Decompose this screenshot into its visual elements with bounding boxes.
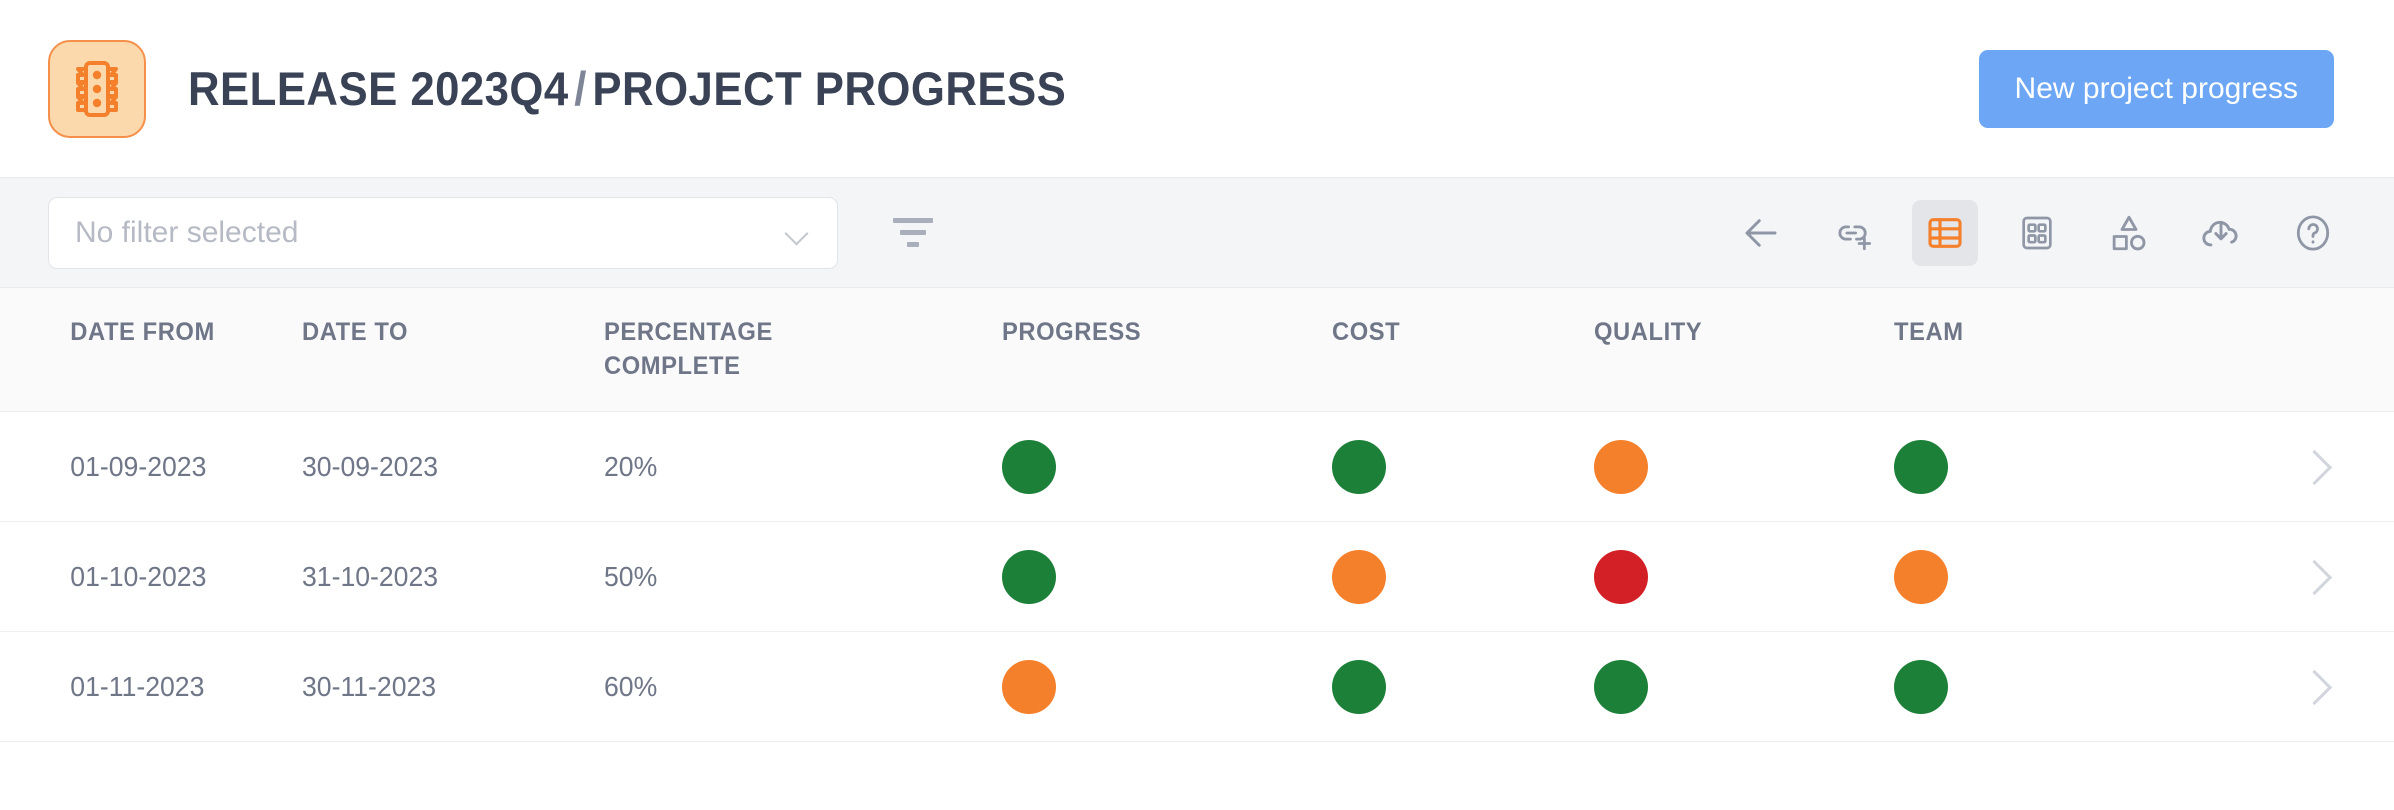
row-open-button[interactable]: [2234, 448, 2394, 486]
cell-date-from: 01-10-2023: [70, 560, 207, 592]
status-dot-quality: [1594, 439, 1648, 494]
page-title-release: RELEASE 2023Q4: [188, 62, 569, 115]
card-view-icon[interactable]: [2004, 200, 2070, 266]
table-view-icon[interactable]: [1912, 199, 1978, 266]
status-dot-progress: [1002, 659, 1056, 714]
cell-date-to: 30-09-2023: [302, 450, 439, 482]
cell-date-from: 01-09-2023: [70, 450, 207, 482]
column-header-percentage-complete: PERCENTAGE COMPLETE: [604, 316, 982, 384]
cell-percentage-complete: 60%: [604, 670, 658, 702]
cell-quality: [1594, 439, 1894, 494]
chevron-right-icon: [2302, 668, 2322, 706]
shapes-icon[interactable]: [2096, 200, 2162, 266]
cell-cost: [1332, 549, 1594, 604]
cell-cost: [1332, 439, 1594, 494]
page-title: RELEASE 2023Q4/PROJECT PROGRESS: [188, 61, 1066, 116]
column-header-progress: PROGRESS: [1002, 318, 1142, 346]
status-dot-team: [1894, 439, 1948, 494]
cell-date-to: 31-10-2023: [302, 560, 439, 592]
filter-select[interactable]: No filter selected: [48, 196, 838, 269]
project-progress-table: DATE FROM DATE TO PERCENTAGE COMPLETE PR…: [0, 288, 2394, 742]
cell-cost: [1332, 659, 1594, 714]
status-dot-cost: [1332, 659, 1386, 714]
table-row[interactable]: 01-11-2023 30-11-2023 60%: [0, 632, 2394, 742]
filter-select-placeholder: No filter selected: [75, 215, 299, 249]
cell-progress: [1002, 549, 1332, 604]
cell-team: [1894, 549, 2234, 604]
cell-quality: [1594, 659, 1894, 714]
cloud-download-icon[interactable]: [2188, 200, 2254, 266]
cell-date-to: 30-11-2023: [302, 670, 437, 702]
status-dot-cost: [1332, 439, 1386, 494]
column-header-percentage-line2: COMPLETE: [604, 351, 741, 380]
new-project-progress-button[interactable]: New project progress: [1978, 49, 2334, 128]
page-title-section: PROJECT PROGRESS: [592, 62, 1067, 115]
back-arrow-icon[interactable]: [1728, 200, 1794, 266]
table-row[interactable]: 01-10-2023 31-10-2023 50%: [0, 522, 2394, 632]
chevron-right-icon: [2302, 448, 2322, 486]
cell-date-from: 01-11-2023: [70, 670, 205, 702]
cell-progress: [1002, 439, 1332, 494]
status-dot-progress: [1002, 549, 1056, 604]
table-header-row: DATE FROM DATE TO PERCENTAGE COMPLETE PR…: [0, 288, 2394, 412]
status-dot-quality: [1594, 549, 1648, 604]
chevron-down-icon: [785, 225, 811, 240]
link-add-icon[interactable]: [1820, 200, 1886, 266]
cell-percentage-complete: 50%: [604, 560, 658, 592]
status-dot-team: [1894, 659, 1948, 714]
status-dot-team: [1894, 549, 1948, 604]
page-header: RELEASE 2023Q4/PROJECT PROGRESS New proj…: [0, 0, 2394, 178]
row-open-button[interactable]: [2234, 558, 2394, 596]
toolbar-actions: [1728, 199, 2346, 266]
column-header-percentage-line1: PERCENTAGE: [604, 318, 773, 346]
cell-percentage-complete: 20%: [604, 450, 658, 482]
page-title-separator: /: [574, 62, 587, 115]
column-header-cost: COST: [1332, 318, 1401, 346]
cell-progress: [1002, 659, 1332, 714]
chevron-right-icon: [2302, 558, 2322, 596]
filter-sort-icon[interactable]: [882, 202, 944, 264]
status-dot-progress: [1002, 439, 1056, 494]
toolbar: No filter selected: [0, 178, 2394, 288]
status-dot-cost: [1332, 549, 1386, 604]
column-header-date-to: DATE TO: [302, 318, 409, 346]
column-header-team: TEAM: [1894, 318, 1964, 346]
column-header-quality: QUALITY: [1594, 318, 1703, 346]
cell-quality: [1594, 549, 1894, 604]
cell-team: [1894, 659, 2234, 714]
status-dot-quality: [1594, 659, 1648, 714]
column-header-date-from: DATE FROM: [70, 318, 215, 346]
cell-team: [1894, 439, 2234, 494]
table-body: 01-09-2023 30-09-2023 20% 01-10-2023 31-10-2…: [0, 412, 2394, 742]
help-icon[interactable]: [2280, 200, 2346, 266]
row-open-button[interactable]: [2234, 668, 2394, 706]
table-row[interactable]: 01-09-2023 30-09-2023 20%: [0, 412, 2394, 522]
traffic-light-icon: [48, 39, 146, 138]
